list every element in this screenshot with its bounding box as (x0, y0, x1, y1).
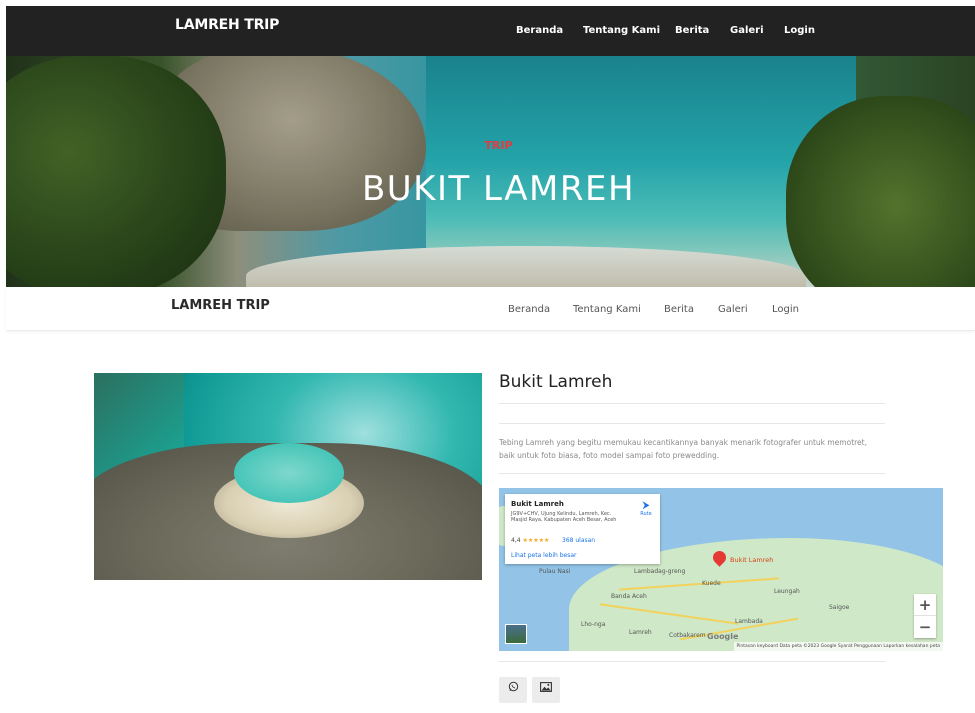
map-pin-label[interactable]: Bukit Lamreh (730, 556, 773, 564)
map-place-name: Bukit Lamreh (511, 500, 564, 508)
map-place: Kuede (702, 580, 721, 587)
destination-title: Bukit Lamreh (499, 372, 613, 392)
sticky-navbar: LAMREH TRIP Beranda Tentang Kami Berita … (6, 288, 975, 331)
map-place: Leungah (774, 588, 800, 595)
divider (499, 423, 885, 424)
divider (499, 403, 885, 404)
sticky-nav-galeri[interactable]: Galeri (718, 304, 748, 315)
map-reviews-link[interactable]: 368 ulasan (562, 537, 595, 544)
map-layer-toggle[interactable] (505, 624, 527, 644)
google-logo: Google (707, 632, 739, 641)
brand-logo[interactable]: LAMREH TRIP (175, 17, 279, 33)
route-button[interactable]: ⮞ Rute (636, 500, 656, 517)
gallery-button[interactable] (532, 677, 560, 703)
map-place: Pulau Nasi (539, 568, 571, 575)
hero-subtitle: TRIP (484, 139, 513, 152)
map-place: Lambada (735, 618, 763, 625)
sticky-nav-berita[interactable]: Berita (664, 304, 694, 315)
map-address: JG9V+CHV, Ujung Kelindu, Lamreh, Kec. Ma… (511, 511, 617, 523)
map-rating-value: 4,4 (511, 537, 521, 544)
nav-beranda[interactable]: Beranda (516, 25, 563, 36)
map-rating: 4,4 ★★★★★ (511, 537, 549, 544)
whatsapp-icon (508, 681, 519, 695)
top-navbar: LAMREH TRIP Beranda Tentang Kami Berita … (6, 6, 975, 56)
map-larger-link[interactable]: Lihat peta lebih besar (511, 552, 577, 559)
nav-galeri[interactable]: Galeri (730, 25, 764, 36)
destination-description: Tebing Lamreh yang begitu memukau kecant… (499, 438, 867, 460)
hero-banner: TRIP BUKIT LAMREH (6, 56, 975, 287)
divider (499, 473, 885, 474)
location-map[interactable]: Pulau Nasi Lambadag-greng Kuede Banda Ac… (499, 488, 943, 651)
image-icon (540, 682, 552, 695)
divider (499, 661, 885, 662)
map-place: Saigoe (829, 604, 850, 611)
hero-title: BUKIT LAMREH (361, 169, 636, 209)
destination-photo (94, 373, 482, 580)
map-place: Lho-nga (581, 621, 606, 628)
map-info-card: Bukit Lamreh JG9V+CHV, Ujung Kelindu, La… (505, 494, 660, 564)
nav-berita[interactable]: Berita (675, 25, 709, 36)
zoom-in-button[interactable]: + (914, 594, 936, 616)
map-place: Cotbakarem (669, 632, 706, 639)
sticky-nav-beranda[interactable]: Beranda (508, 304, 550, 315)
whatsapp-share-button[interactable] (499, 677, 527, 703)
sticky-nav-tentang-kami[interactable]: Tentang Kami (573, 304, 641, 315)
brand-logo-sticky[interactable]: LAMREH TRIP (171, 298, 270, 313)
sticky-nav-login[interactable]: Login (772, 304, 799, 315)
directions-icon: ⮞ (642, 500, 650, 511)
map-place: Lambadag-greng (634, 568, 686, 575)
map-zoom-control: + − (914, 594, 936, 638)
zoom-out-button[interactable]: − (914, 616, 936, 638)
nav-tentang-kami[interactable]: Tentang Kami (583, 25, 660, 36)
map-place: Lamreh (629, 629, 652, 636)
nav-login[interactable]: Login (784, 25, 815, 36)
route-label: Rute (640, 511, 652, 517)
map-footer[interactable]: Pintasan keyboard Data peta ©2023 Google… (733, 642, 943, 651)
map-place: Banda Aceh (611, 593, 647, 600)
star-icon: ★★★★★ (522, 537, 550, 544)
